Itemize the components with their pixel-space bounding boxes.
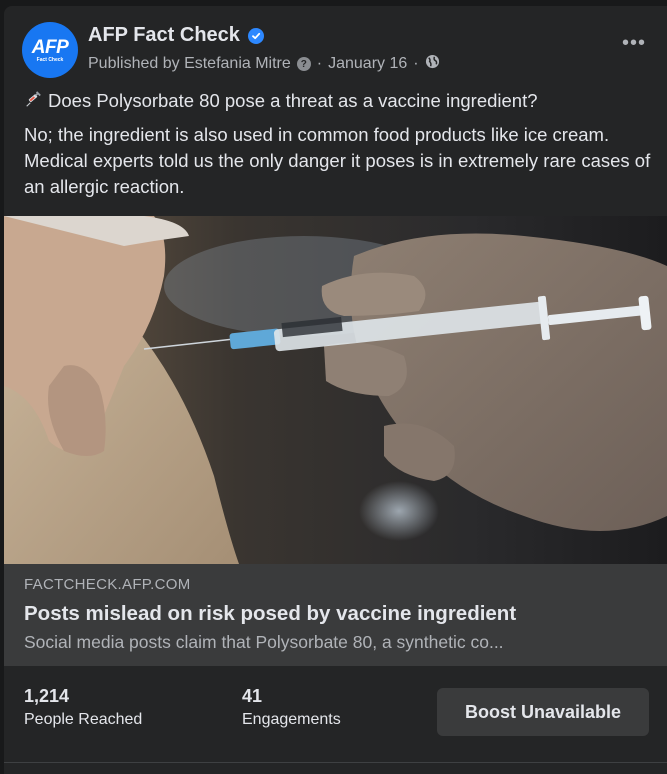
engagements-value: 41 <box>242 686 263 706</box>
post-text: Does Polysorbate 80 pose a threat as a v… <box>24 88 652 208</box>
avatar[interactable]: AFP Fact Check <box>22 22 78 78</box>
link-title[interactable]: Posts mislead on risk posed by vaccine i… <box>24 602 516 626</box>
boost-unavailable-button[interactable]: Boost Unavailable <box>437 688 649 736</box>
people-reached-stat[interactable]: 1,214 People Reached <box>24 686 142 729</box>
people-reached-label: People Reached <box>24 711 143 728</box>
post-meta: Published by Estefania Mitre ? · January… <box>88 54 440 74</box>
more-horizontal-icon[interactable]: ••• <box>622 32 646 55</box>
published-by: Published by Estefania Mitre <box>88 55 291 72</box>
people-reached-value: 1,214 <box>24 686 70 706</box>
post-header: AFP Fact Check AFP Fact Check Published … <box>22 22 652 78</box>
link-domain: FACTCHECK.AFP.COM <box>24 576 191 593</box>
post-headline: Does Polysorbate 80 pose a threat as a v… <box>48 90 538 111</box>
engagements-label: Engagements <box>242 711 341 728</box>
syringe-icon <box>26 91 41 107</box>
post-insights: 1,214 People Reached 41 Engagements Boos… <box>4 666 667 774</box>
globe-icon[interactable] <box>425 54 440 74</box>
question-icon[interactable]: ? <box>296 57 311 71</box>
page-name-row: AFP Fact Check <box>88 24 264 47</box>
post-card: AFP Fact Check AFP Fact Check Published … <box>4 6 667 774</box>
verified-badge-icon <box>247 27 264 44</box>
post-headline-line: Does Polysorbate 80 pose a threat as a v… <box>24 88 652 114</box>
avatar-sub-text: Fact Check <box>36 56 64 63</box>
meta-separator: · <box>316 55 323 72</box>
divider <box>4 762 667 763</box>
link-preview[interactable]: FACTCHECK.AFP.COM Posts mislead on risk … <box>4 564 667 666</box>
post-date[interactable]: January 16 <box>328 55 407 73</box>
post-body: No; the ingredient is also used in commo… <box>24 124 651 197</box>
engagements-stat[interactable]: 41 Engagements <box>242 686 341 729</box>
meta-separator: · <box>413 55 419 72</box>
page-name[interactable]: AFP Fact Check <box>88 24 240 47</box>
link-description: Social media posts claim that Polysorbat… <box>24 632 504 652</box>
vaccination-photo-image <box>4 216 667 564</box>
avatar-logo-text: AFP <box>31 36 69 58</box>
post-photo[interactable] <box>4 216 667 564</box>
